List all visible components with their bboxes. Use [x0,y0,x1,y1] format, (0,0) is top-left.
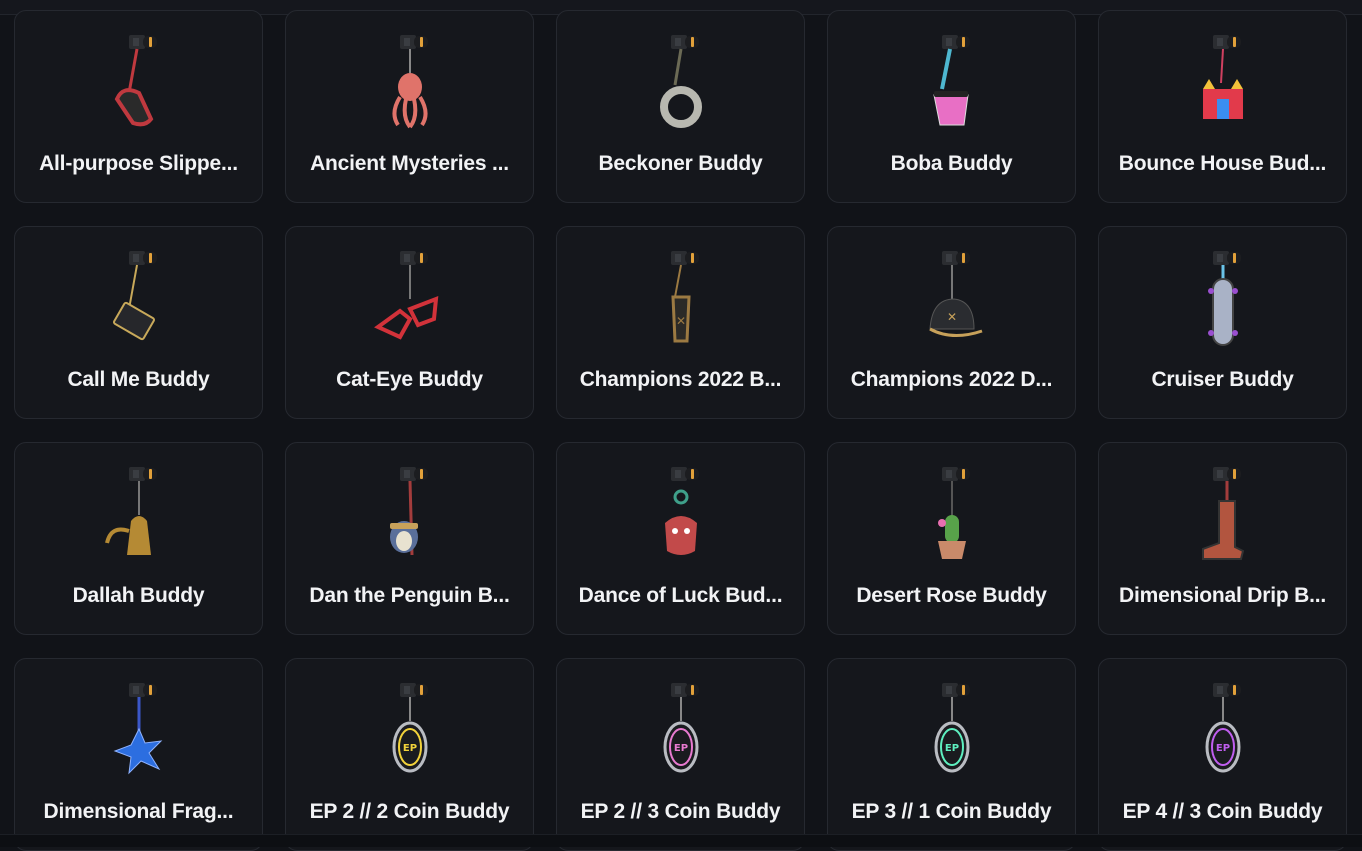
buddy-name: EP 2 // 2 Coin Buddy [309,800,510,823]
buddy-name: Champions 2022 D... [850,368,1053,391]
buddy-card[interactable]: Dallah Buddy [14,442,263,635]
buddy-name: Cruiser Buddy [1151,368,1294,391]
buddy-name: Beckoner Buddy [598,152,763,175]
buddy-card[interactable]: ✕ Champions 2022 B... [556,226,805,419]
buddy-card[interactable]: Call Me Buddy [14,226,263,419]
svg-text:EP: EP [673,743,687,754]
buddy-name: EP 3 // 1 Coin Buddy [851,800,1052,823]
buddy-card[interactable]: EP EP 2 // 2 Coin Buddy [285,658,534,851]
buddy-card[interactable]: Cat-Eye Buddy [285,226,534,419]
buddy-card[interactable]: Bounce House Bud... [1098,10,1347,203]
svg-text:EP: EP [402,743,416,754]
buddy-name: Dance of Luck Bud... [578,584,783,607]
buddy-name: Ancient Mysteries ... [310,152,509,175]
buddy-card[interactable]: Beckoner Buddy [556,10,805,203]
buddy-card[interactable]: Ancient Mysteries ... [285,10,534,203]
buddy-name: Dallah Buddy [72,584,205,607]
bottom-bar [0,834,1362,847]
buddy-name: Dan the Penguin B... [309,584,510,607]
buddy-name: All-purpose Slippe... [39,152,238,175]
buddy-card[interactable]: All-purpose Slippe... [14,10,263,203]
buddy-name: EP 2 // 3 Coin Buddy [580,800,781,823]
buddy-card[interactable]: Boba Buddy [827,10,1076,203]
buddy-card[interactable]: Dance of Luck Bud... [556,442,805,635]
buddy-card[interactable]: Cruiser Buddy [1098,226,1347,419]
buddy-card[interactable]: EP EP 3 // 1 Coin Buddy [827,658,1076,851]
buddy-card[interactable]: Desert Rose Buddy [827,442,1076,635]
svg-text:EP: EP [1215,743,1229,754]
buddy-name: Dimensional Drip B... [1119,584,1326,607]
buddy-card[interactable]: Dimensional Drip B... [1098,442,1347,635]
svg-text:EP: EP [944,743,958,754]
buddy-card[interactable]: Dimensional Frag... [14,658,263,851]
svg-text:✕: ✕ [675,314,685,328]
svg-text:✕: ✕ [946,310,956,324]
buddy-card[interactable]: EP EP 2 // 3 Coin Buddy [556,658,805,851]
buddy-name: Champions 2022 B... [579,368,782,391]
buddy-grid: All-purpose Slippe... Ancient Mysteries … [14,10,1347,851]
buddy-name: Boba Buddy [890,152,1013,175]
buddy-name: Call Me Buddy [67,368,210,391]
buddy-card[interactable]: EP EP 4 // 3 Coin Buddy [1098,658,1347,851]
buddy-name: Desert Rose Buddy [856,584,1047,607]
buddy-name: Bounce House Bud... [1118,152,1327,175]
buddy-name: Dimensional Frag... [43,800,234,823]
buddy-card[interactable]: ✕ Champions 2022 D... [827,226,1076,419]
buddy-name: EP 4 // 3 Coin Buddy [1122,800,1323,823]
buddy-card[interactable]: Dan the Penguin B... [285,442,534,635]
buddy-name: Cat-Eye Buddy [336,368,483,391]
